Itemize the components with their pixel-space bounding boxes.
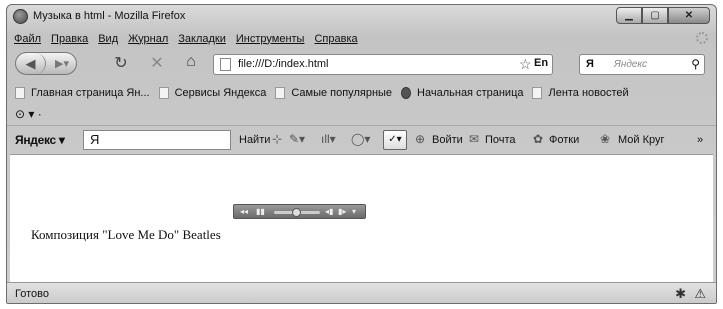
maximize-button[interactable]: ▢: [642, 7, 668, 24]
bookmark-item[interactable]: Самые популярные: [275, 87, 392, 99]
extra-toolbar: ⊙ ▾ ·: [15, 105, 42, 123]
forward-arrow-icon: ▶▾: [55, 58, 69, 70]
yandex-logo[interactable]: Яндекс ▾: [15, 133, 65, 147]
status-text: Готово: [15, 288, 49, 300]
window-title: Музыка в html - Mozilla Firefox: [33, 10, 186, 22]
bookmark-item[interactable]: Сервисы Яндекса: [158, 87, 266, 99]
audio-player[interactable]: ◂◂ ▮▮ ◂▮ ▮▸ ▾: [233, 204, 366, 219]
menu-triangle-icon[interactable]: ▾: [352, 207, 356, 217]
throbber-icon: [696, 32, 708, 44]
close-button[interactable]: ✕: [668, 7, 710, 24]
bookmark-item[interactable]: Лента новостей: [532, 87, 629, 99]
firefox-icon: [13, 9, 28, 24]
rss-icon: [532, 87, 543, 99]
pause-icon[interactable]: ▮▮: [256, 207, 265, 217]
spellcheck-button[interactable]: ✓▾: [383, 130, 407, 150]
home-icon[interactable]: ⌂: [181, 53, 201, 71]
title-bar: Музыка в html - Mozilla Firefox ▁ ▢ ✕: [7, 5, 716, 29]
next-icon[interactable]: ▮▸: [338, 207, 346, 217]
page-icon: [15, 87, 25, 99]
menu-view[interactable]: Вид: [93, 33, 123, 45]
menu-history[interactable]: Журнал: [123, 33, 173, 45]
url-bar[interactable]: file:///D:/index.html: [213, 54, 553, 75]
star-icon[interactable]: ☆: [519, 56, 532, 73]
menu-edit[interactable]: Правка: [46, 33, 93, 45]
mail-button[interactable]: Почта: [485, 134, 516, 146]
search-engine-label[interactable]: Я: [586, 58, 594, 70]
back-button[interactable]: ◀: [16, 53, 46, 74]
menu-bookmarks[interactable]: Закладки: [173, 33, 231, 45]
forward-button[interactable]: ▶▾: [48, 53, 76, 74]
search-icon[interactable]: ⚲: [691, 57, 700, 71]
menu-tools[interactable]: Инструменты: [231, 33, 310, 45]
firefox-icon: [401, 87, 412, 99]
find-button[interactable]: Найти: [239, 134, 270, 146]
stop-icon[interactable]: ✕: [147, 53, 167, 73]
addon-icon[interactable]: ✱: [675, 286, 686, 302]
page-icon: [158, 87, 169, 99]
previous-icon[interactable]: ◂▮: [325, 207, 333, 217]
bookmark-item[interactable]: Главная страница Ян...: [15, 87, 150, 99]
search-input[interactable]: Я Яндекс ⚲: [579, 54, 705, 75]
mail-icon: ✉: [469, 132, 480, 146]
minimize-button[interactable]: ▁: [616, 7, 642, 24]
seek-thumb[interactable]: [292, 208, 301, 217]
reload-icon[interactable]: ↻: [111, 53, 131, 73]
my-circle-icon: ❀: [600, 132, 611, 146]
status-bar: Готово ✱ ⚠: [7, 282, 716, 303]
browser-window: Музыка в html - Mozilla Firefox ▁ ▢ ✕ Фа…: [6, 4, 717, 304]
back-arrow-icon: ◀: [25, 55, 36, 71]
url-text: file:///D:/index.html: [238, 58, 329, 70]
search-placeholder: Яндекс: [614, 59, 648, 70]
search-icon: [275, 87, 286, 99]
yandex-search-letter: Я: [90, 132, 100, 147]
back-forward-group: ◀ ▶▾: [15, 52, 77, 75]
chat-icon[interactable]: ◯▾: [351, 132, 370, 146]
my-circle-button[interactable]: Мой Круг: [618, 134, 665, 146]
login-icon: ⊕: [415, 132, 426, 146]
page-icon: [220, 58, 231, 71]
song-title: Композиция "Love Me Do" Beatles: [31, 227, 221, 242]
page-viewport: ◂◂ ▮▮ ◂▮ ▮▸ ▾ Композиция "Love Me Do" Be…: [10, 154, 713, 282]
photos-button[interactable]: Фотки: [549, 134, 579, 146]
menu-file[interactable]: Файл: [9, 33, 46, 45]
photos-icon: ✿: [533, 132, 544, 146]
menu-bar: Файл Правка Вид Журнал Закладки Инструме…: [9, 30, 363, 47]
login-button[interactable]: Войти: [432, 134, 463, 146]
warning-icon[interactable]: ⚠: [694, 286, 706, 302]
bookmarks-toolbar: Главная страница Ян... Сервисы Яндекса С…: [7, 83, 716, 103]
signal-icon[interactable]: ıll▾: [321, 132, 336, 146]
bookmark-item[interactable]: Начальная страница: [401, 87, 523, 99]
menu-help[interactable]: Справка: [309, 33, 362, 45]
chevron-more-icon[interactable]: »: [697, 134, 703, 146]
rewind-icon[interactable]: ◂◂: [240, 207, 248, 217]
pen-icon[interactable]: ✎▾: [289, 132, 305, 146]
yandex-toolbar: Яндекс ▾ Я Найти ⊹ ✎▾ ıll▾ ◯▾ ✓▾ ⊕ Войти…: [7, 125, 716, 153]
navigation-toolbar: ◀ ▶▾ ↻ ✕ ⌂ file:///D:/index.html ☆ En Я …: [7, 49, 716, 79]
language-badge[interactable]: En: [534, 57, 548, 69]
dropdown-icon[interactable]: ⊙ ▾ ·: [15, 107, 42, 121]
yandex-search-input[interactable]: Я: [83, 130, 231, 150]
window-controls: ▁ ▢ ✕: [616, 7, 710, 24]
plus-icon[interactable]: ⊹: [272, 132, 282, 146]
